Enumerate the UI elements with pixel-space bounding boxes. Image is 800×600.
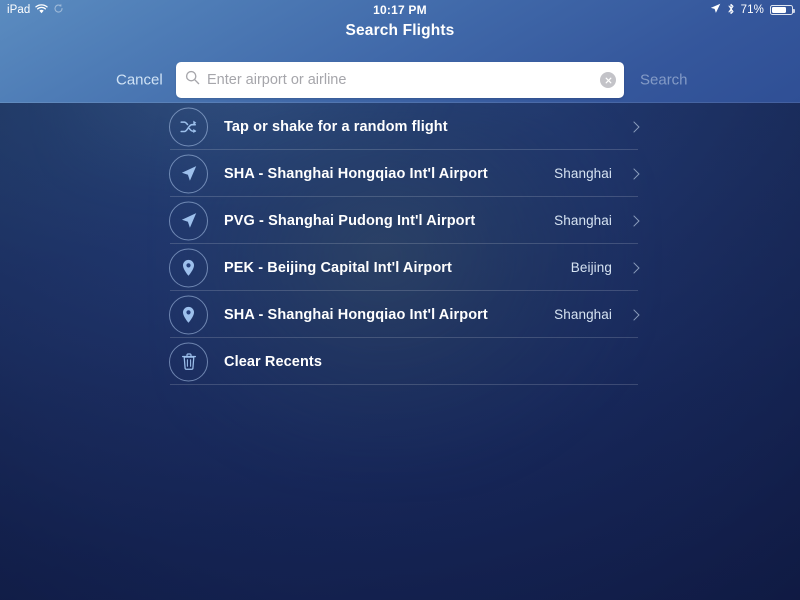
chevron-right-icon bbox=[628, 167, 640, 180]
list-item[interactable]: PEK - Beijing Capital Int'l Airport Beij… bbox=[0, 244, 800, 291]
clear-search-icon[interactable] bbox=[600, 72, 616, 88]
list-item[interactable]: SHA - Shanghai Hongqiao Int'l Airport Sh… bbox=[0, 150, 800, 197]
list-item-sublabel: Shanghai bbox=[554, 307, 612, 322]
search-input[interactable] bbox=[207, 72, 600, 88]
status-bar: iPad 10:17 PM 71% bbox=[0, 0, 800, 20]
battery-icon bbox=[770, 4, 796, 16]
chevron-right-icon bbox=[628, 308, 640, 321]
list-item-sublabel: Beijing bbox=[570, 260, 612, 275]
search-field[interactable] bbox=[176, 62, 624, 98]
status-bar-time: 10:17 PM bbox=[373, 3, 427, 17]
clear-recents-item[interactable]: Clear Recents bbox=[0, 338, 800, 385]
map-pin-icon bbox=[169, 248, 208, 287]
clear-recents-label: Clear Recents bbox=[224, 353, 323, 370]
location-arrow-icon bbox=[710, 3, 721, 17]
list-separator bbox=[170, 384, 638, 385]
status-bar-right: 71% bbox=[710, 3, 800, 18]
list-item-label: PVG - Shanghai Pudong Int'l Airport bbox=[224, 212, 476, 229]
list-item[interactable]: SHA - Shanghai Hongqiao Int'l Airport Sh… bbox=[0, 291, 800, 338]
list-item-label: SHA - Shanghai Hongqiao Int'l Airport bbox=[224, 165, 488, 182]
battery-percent-label: 71% bbox=[740, 4, 764, 16]
navigation-arrow-icon bbox=[169, 154, 208, 193]
chevron-right-icon bbox=[628, 261, 640, 274]
map-pin-icon bbox=[169, 295, 208, 334]
list-item[interactable]: PVG - Shanghai Pudong Int'l Airport Shan… bbox=[0, 197, 800, 244]
navigation-arrow-icon bbox=[169, 201, 208, 240]
search-icon bbox=[185, 70, 200, 90]
list-item-label: SHA - Shanghai Hongqiao Int'l Airport bbox=[224, 306, 488, 323]
list-item-sublabel: Shanghai bbox=[554, 166, 612, 181]
page-title: Search Flights bbox=[345, 22, 455, 39]
list-item-sublabel: Shanghai bbox=[554, 213, 612, 228]
search-button[interactable]: Search bbox=[640, 72, 688, 89]
cancel-button[interactable]: Cancel bbox=[116, 72, 163, 89]
search-bar: Cancel Search bbox=[0, 62, 800, 98]
bluetooth-icon bbox=[727, 3, 735, 18]
list-item[interactable]: Tap or shake for a random flight bbox=[0, 103, 800, 150]
shuffle-icon bbox=[169, 107, 208, 146]
trash-icon bbox=[169, 342, 208, 381]
list-item-label: PEK - Beijing Capital Int'l Airport bbox=[224, 259, 452, 276]
chevron-right-icon bbox=[628, 120, 640, 133]
search-results-list: Tap or shake for a random flight SHA - S… bbox=[0, 103, 800, 385]
chevron-right-icon bbox=[628, 214, 640, 227]
list-item-label: Tap or shake for a random flight bbox=[224, 118, 448, 135]
